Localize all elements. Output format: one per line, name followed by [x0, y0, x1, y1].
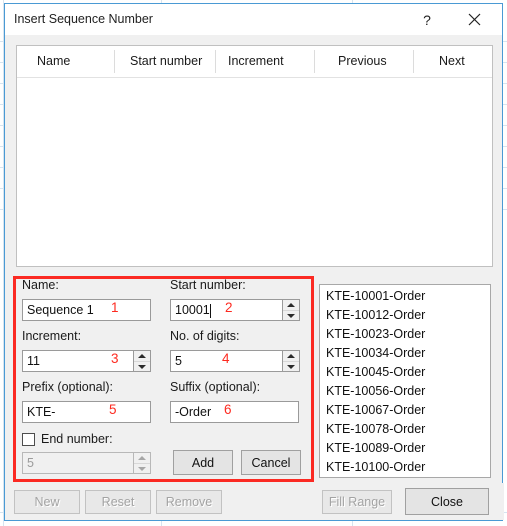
- suffix-input[interactable]: -Order: [170, 401, 299, 423]
- dialog-title: Insert Sequence Number: [14, 12, 153, 26]
- start-number-spinner-up[interactable]: [283, 300, 299, 311]
- fill-range-button[interactable]: Fill Range: [322, 490, 392, 514]
- sequence-preview-list[interactable]: KTE-10001-Order KTE-10012-Order KTE-1002…: [319, 284, 491, 478]
- text-caret: [210, 304, 211, 318]
- list-item[interactable]: KTE-10100-Order: [320, 458, 490, 477]
- end-number-input: 5: [22, 452, 134, 474]
- list-item[interactable]: KTE-10078-Order: [320, 420, 490, 439]
- list-item[interactable]: KTE-10001-Order: [320, 287, 490, 306]
- start-number-input[interactable]: 10001: [170, 299, 283, 321]
- start-number-label: Start number:: [170, 278, 246, 292]
- dialog-titlebar: Insert Sequence Number ?: [5, 4, 502, 35]
- list-item[interactable]: KTE-10034-Order: [320, 344, 490, 363]
- list-item[interactable]: KTE-10067-Order: [320, 401, 490, 420]
- column-header-increment[interactable]: Increment: [215, 46, 314, 77]
- new-button[interactable]: New: [14, 490, 80, 514]
- help-icon[interactable]: ?: [406, 4, 448, 35]
- reset-button[interactable]: Reset: [85, 490, 151, 514]
- cancel-button[interactable]: Cancel: [241, 450, 301, 475]
- end-number-checkbox-row[interactable]: End number:: [22, 432, 113, 446]
- prefix-label: Prefix (optional):: [22, 380, 114, 394]
- name-label: Name:: [22, 278, 59, 292]
- column-header-next[interactable]: Next: [413, 46, 492, 77]
- end-number-spinner-down: [134, 464, 150, 474]
- list-item[interactable]: KTE-10045-Order: [320, 363, 490, 382]
- sequence-table[interactable]: Name Start number Increment Previous Nex…: [16, 45, 493, 267]
- close-button[interactable]: Close: [405, 488, 489, 515]
- digits-spinner-down[interactable]: [283, 362, 299, 372]
- digits-label: No. of digits:: [170, 329, 240, 343]
- table-header-row: Name Start number Increment Previous Nex…: [17, 46, 492, 78]
- list-item[interactable]: KTE-10089-Order: [320, 439, 490, 458]
- increment-label: Increment:: [22, 329, 82, 343]
- table-body[interactable]: [17, 78, 492, 266]
- digits-input[interactable]: 5: [170, 350, 283, 372]
- insert-sequence-number-dialog: Insert Sequence Number ? Name Start numb…: [4, 3, 504, 521]
- column-header-name[interactable]: Name: [17, 46, 114, 77]
- list-item[interactable]: KTE-10023-Order: [320, 325, 490, 344]
- close-icon[interactable]: [453, 4, 495, 35]
- dialog-footer: New Reset Remove Fill Range Close: [5, 483, 504, 520]
- list-item[interactable]: KTE-10012-Order: [320, 306, 490, 325]
- name-input[interactable]: Sequence 1: [22, 299, 151, 321]
- start-number-spinner[interactable]: [283, 299, 300, 321]
- digits-spinner[interactable]: [283, 350, 300, 372]
- end-number-checkbox[interactable]: [22, 432, 35, 446]
- increment-input[interactable]: 11: [22, 350, 134, 372]
- end-number-spinner: [134, 452, 151, 474]
- increment-spinner[interactable]: [134, 350, 151, 372]
- remove-button[interactable]: Remove: [156, 490, 222, 514]
- column-header-start-number[interactable]: Start number: [114, 46, 215, 77]
- digits-spinner-up[interactable]: [283, 351, 299, 362]
- prefix-input[interactable]: KTE-: [22, 401, 151, 423]
- increment-spinner-up[interactable]: [134, 351, 150, 362]
- end-number-spinner-up: [134, 453, 150, 464]
- add-button[interactable]: Add: [173, 450, 233, 475]
- increment-spinner-down[interactable]: [134, 362, 150, 372]
- start-number-spinner-down[interactable]: [283, 311, 299, 321]
- column-header-previous[interactable]: Previous: [314, 46, 413, 77]
- suffix-label: Suffix (optional):: [170, 380, 261, 394]
- end-number-label: End number:: [41, 432, 113, 446]
- list-item[interactable]: KTE-10056-Order: [320, 382, 490, 401]
